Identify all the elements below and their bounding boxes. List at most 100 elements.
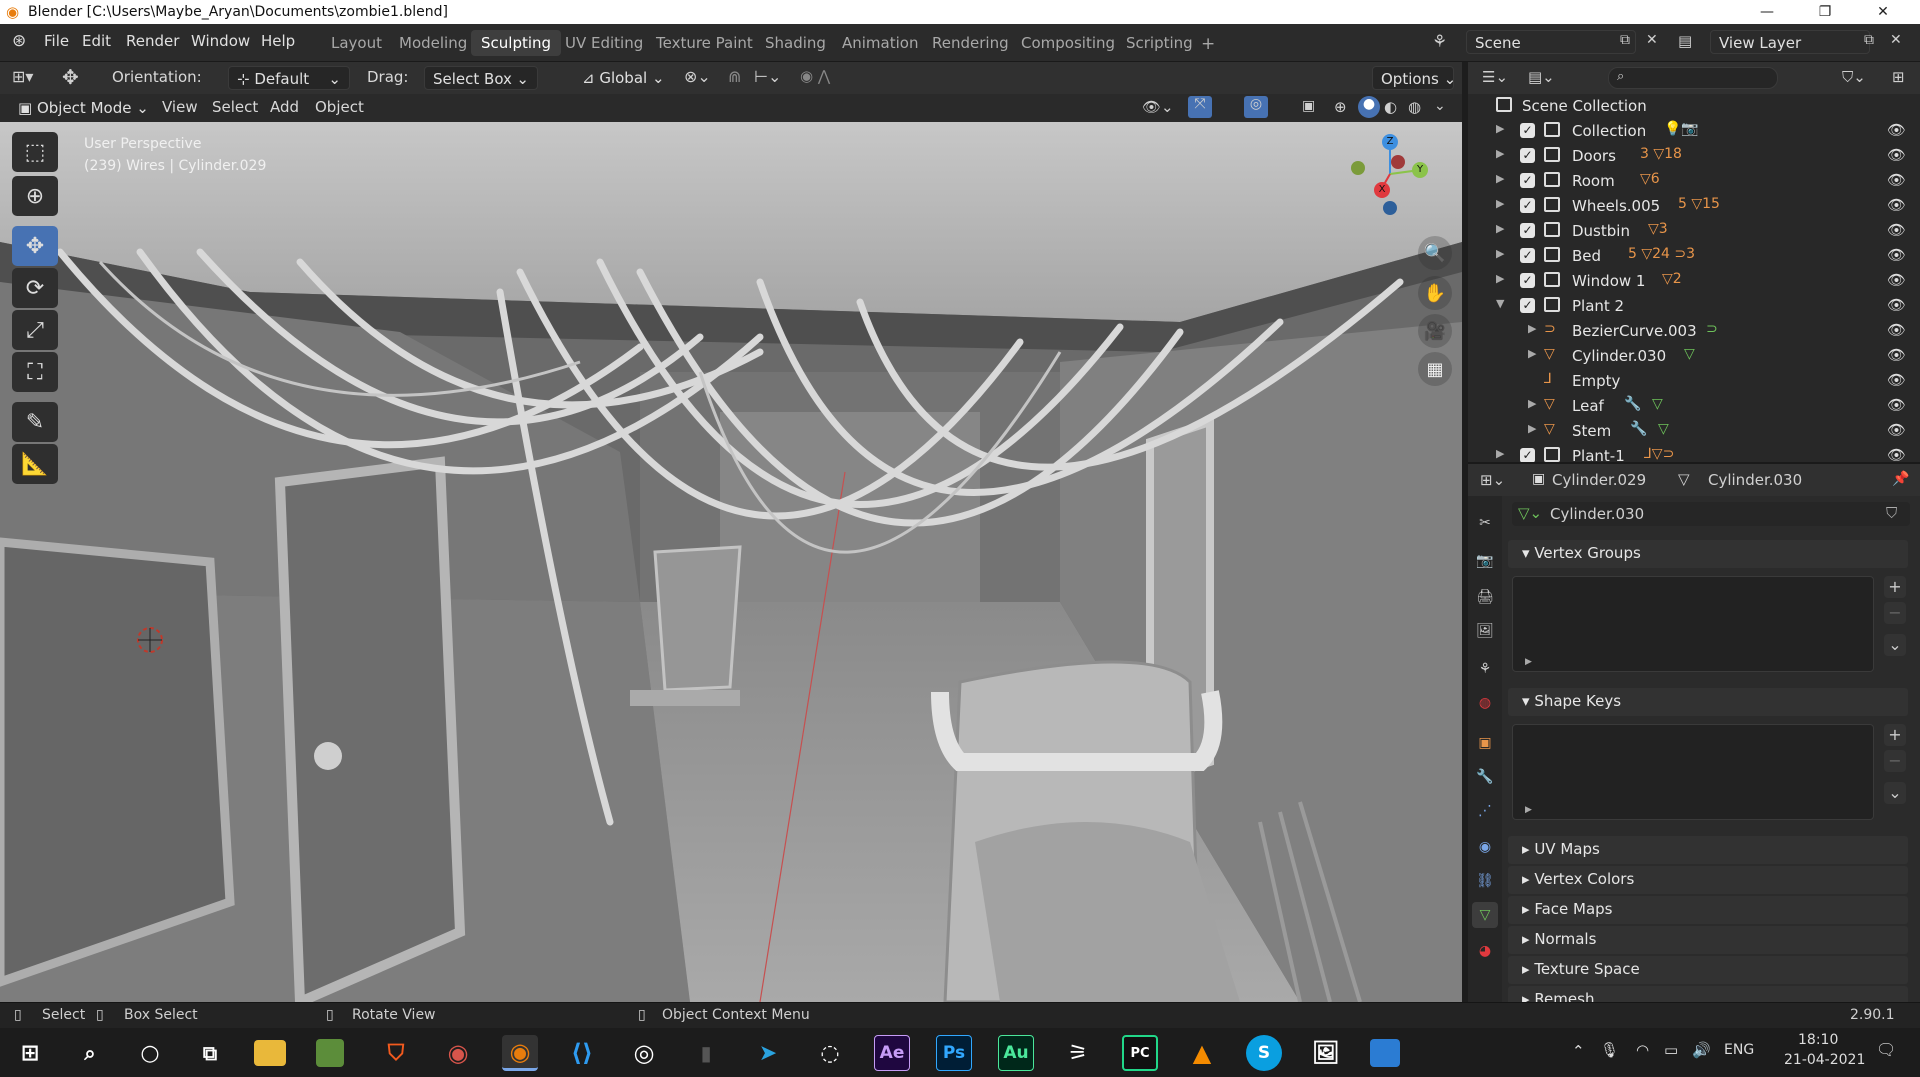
proportional-edit-icon[interactable]: ◉ ⋀ — [800, 67, 830, 85]
options-dropdown[interactable]: Options ⌄ — [1372, 66, 1456, 90]
expand-arrow-icon[interactable]: ▶ — [1496, 272, 1504, 285]
zoom-icon[interactable]: 🔍 — [1418, 236, 1452, 270]
particles-tab-icon[interactable]: ⋰ — [1472, 798, 1498, 824]
panel-texture-space[interactable]: ▸ Texture Space — [1508, 956, 1908, 984]
battery-icon[interactable]: ▭ — [1664, 1041, 1678, 1059]
snap-icon[interactable]: ⋒ — [728, 67, 741, 86]
tab-uv-editing[interactable]: UV Editing — [555, 30, 653, 56]
object-tab-icon[interactable]: ▣ — [1472, 730, 1498, 756]
pivot-point-icon[interactable]: ⊗⌄ — [684, 67, 711, 86]
list-expand-icon[interactable]: ▶ — [1525, 805, 1532, 815]
clock-time[interactable]: 18:10 — [1798, 1032, 1838, 1048]
outliner-item-wheels[interactable]: ▶ ✓ Wheels.005 5 ▽15 👁 — [1468, 194, 1920, 219]
viewport-menu-add[interactable]: Add — [270, 98, 299, 116]
orientation-dropdown[interactable]: ⊹ Default ⌄ — [228, 66, 350, 90]
delete-view-layer-icon[interactable]: ✕ — [1890, 32, 1902, 48]
collapse-arrow-icon[interactable]: ▼ — [1496, 297, 1504, 310]
outliner-item-stem[interactable]: ▶ ▽ Stem 🔧 ▽ 👁 — [1468, 419, 1920, 444]
panel-face-maps[interactable]: ▸ Face Maps — [1508, 896, 1908, 924]
eye-icon[interactable]: 👁 — [1887, 371, 1906, 389]
remove-shape-key-button[interactable]: − — [1884, 750, 1906, 772]
panel-uv-maps[interactable]: ▸ UV Maps — [1508, 836, 1908, 864]
microphone-icon[interactable]: 🎙 — [1600, 1041, 1619, 1059]
add-shape-key-button[interactable]: + — [1884, 724, 1906, 746]
transform-tool-icon[interactable]: ⛶ — [12, 352, 58, 392]
view-layer-field[interactable]: View Layer — [1710, 30, 1870, 54]
expand-arrow-icon[interactable]: ▶ — [1496, 147, 1504, 160]
visibility-icon[interactable]: 👁⌄ — [1142, 98, 1174, 116]
checkbox-icon[interactable]: ✓ — [1520, 173, 1535, 188]
view-layer-icon[interactable]: ▤ — [1678, 32, 1692, 50]
tab-sculpting[interactable]: Sculpting — [471, 30, 562, 56]
gizmo-x-axis[interactable]: X — [1374, 182, 1390, 198]
ortho-grid-icon[interactable]: ▦ — [1418, 352, 1452, 386]
annotate-tool-icon[interactable]: ✎ — [12, 402, 58, 442]
search-icon[interactable]: ⌕ — [72, 1035, 108, 1071]
outliner-item-plant-1[interactable]: ▶ ✓ Plant-1 ⅃▽⊃ 👁 — [1468, 444, 1920, 462]
snap-target-icon[interactable]: ⊢⌄ — [754, 67, 781, 86]
pan-hand-icon[interactable]: ✋ — [1418, 276, 1452, 310]
add-workspace-button[interactable]: + — [1191, 30, 1225, 56]
pin-icon[interactable]: 📌 — [1892, 471, 1909, 487]
mouse-app-icon[interactable]: ▮ — [688, 1035, 724, 1071]
file-explorer-icon[interactable] — [254, 1040, 286, 1066]
cursor-tool-icon[interactable]: ⊕ — [12, 176, 58, 216]
mesh-datablock-row[interactable]: ▽⌄ Cylinder.030 ⛉ — [1512, 502, 1910, 526]
shading-solid-icon[interactable]: ● — [1358, 96, 1380, 118]
checkbox-icon[interactable]: ✓ — [1520, 248, 1535, 263]
modifiers-tab-icon[interactable]: 🔧 — [1472, 764, 1498, 790]
panel-vertex-colors[interactable]: ▸ Vertex Colors — [1508, 866, 1908, 894]
new-scene-icon[interactable]: ⧉ — [1620, 32, 1630, 48]
measure-tool-icon[interactable]: 📐 — [12, 444, 58, 484]
expand-arrow-icon[interactable]: ▶ — [1528, 422, 1536, 435]
photos-icon[interactable]: 🖼 — [1308, 1035, 1344, 1071]
drag-dropdown[interactable]: Select Box ⌄ — [424, 66, 538, 90]
tab-compositing[interactable]: Compositing — [1011, 30, 1125, 56]
outliner-item-cylinder-030[interactable]: ▶ ▽ Cylinder.030 ▽ 👁 — [1468, 344, 1920, 369]
view-layer-tab-icon[interactable]: 🖼 — [1472, 618, 1498, 644]
eye-icon[interactable]: 👁 — [1887, 421, 1906, 439]
chrome-icon[interactable]: ◉ — [440, 1035, 476, 1071]
expand-arrow-icon[interactable]: ▶ — [1496, 122, 1504, 135]
outliner-item-dustbin[interactable]: ▶ ✓ Dustbin ▽3 👁 — [1468, 219, 1920, 244]
scene-icon[interactable]: ⚘ — [1432, 32, 1447, 52]
pycharm-icon[interactable]: PC — [1122, 1035, 1158, 1071]
panel-remesh[interactable]: ▸ Remesh — [1508, 986, 1908, 1002]
eye-icon[interactable]: 👁 — [1887, 321, 1906, 339]
eye-icon[interactable]: 👁 — [1887, 446, 1906, 462]
render-tab-icon[interactable]: 📷 — [1472, 548, 1498, 574]
wifi-icon[interactable]: ◠ — [1636, 1041, 1649, 1059]
photoshop-icon[interactable]: Ps — [936, 1035, 972, 1071]
material-tab-icon[interactable]: ◕ — [1472, 938, 1498, 964]
volume-icon[interactable]: 🔊 — [1692, 1041, 1711, 1059]
filter-icon[interactable]: ⛉⌄ — [1842, 68, 1866, 86]
camera-view-icon[interactable]: 🎥 — [1418, 314, 1452, 348]
checkbox-icon[interactable]: ✓ — [1520, 223, 1535, 238]
fake-user-shield-icon[interactable]: ⛉ — [1886, 504, 1897, 522]
transform-orientation-dropdown[interactable]: ⊿ Global ⌄ — [574, 66, 672, 90]
clock-date[interactable]: 21-04-2021 — [1784, 1052, 1865, 1068]
gizmo-y-axis[interactable]: Y — [1412, 162, 1428, 178]
expand-arrow-icon[interactable]: ▶ — [1496, 247, 1504, 260]
expand-arrow-icon[interactable]: ▶ — [1528, 347, 1536, 360]
eye-icon[interactable]: 👁 — [1887, 296, 1906, 314]
tab-animation[interactable]: Animation — [832, 30, 928, 56]
checkbox-icon[interactable]: ✓ — [1520, 298, 1535, 313]
shading-rendered-icon[interactable]: ◍ — [1408, 98, 1421, 116]
vlc-icon[interactable]: ▲ — [1184, 1035, 1220, 1071]
xray-toggle-icon[interactable]: ▣ — [1302, 98, 1315, 114]
shading-wireframe-icon[interactable]: ⊕ — [1334, 98, 1347, 116]
shading-material-icon[interactable]: ◐ — [1384, 98, 1397, 116]
checkbox-icon[interactable]: ✓ — [1520, 198, 1535, 213]
viewport-menu-object[interactable]: Object — [315, 98, 364, 116]
mesh-data-tab-icon[interactable]: ▽ — [1472, 902, 1498, 928]
outliner-item-doors[interactable]: ▶ ✓ Doors 3 ▽18 👁 — [1468, 144, 1920, 169]
context-object-name[interactable]: Cylinder.029 — [1552, 471, 1646, 489]
checkbox-icon[interactable]: ✓ — [1520, 448, 1535, 462]
mode-dropdown[interactable]: ▣ Object Mode ⌄ — [10, 96, 149, 120]
viewport-menu-select[interactable]: Select — [212, 98, 258, 116]
navigation-gizmo[interactable]: Z Y X — [1348, 134, 1448, 218]
new-collection-icon[interactable]: ⊞ — [1892, 68, 1905, 86]
tool-tab-icon[interactable]: ✂ — [1472, 510, 1498, 536]
outliner-item-beziercurve[interactable]: ▶ ⊃ BezierCurve.003 ⊃ 👁 — [1468, 319, 1920, 344]
